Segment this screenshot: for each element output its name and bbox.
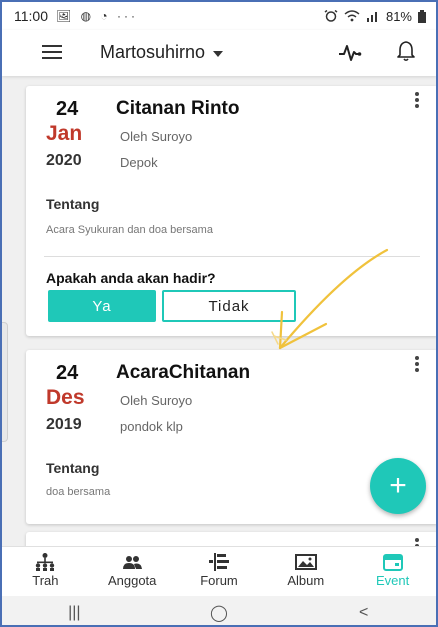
activity-pulse-icon[interactable] (338, 43, 362, 63)
caret-down-icon (213, 50, 224, 57)
app-bar: Martosuhirno (2, 30, 436, 76)
nav-item-album[interactable]: Album (262, 547, 349, 596)
side-drawer-handle[interactable] (2, 322, 8, 442)
event-location: Depok (120, 155, 158, 170)
wifi-icon (344, 10, 360, 22)
nav-label: Anggota (107, 573, 157, 588)
status-time: 11:00 (14, 8, 48, 24)
about-label: Tentang (46, 196, 100, 212)
recents-button[interactable]: ||| (44, 604, 104, 622)
phone-screen: 11:00 🖼 ◍ ◔ ··· 81% Martosuhirno 24 Cita… (0, 0, 438, 627)
bottom-navigation: Trah Anggota Forum Album Event (2, 546, 436, 596)
event-organizer: Oleh Suroyo (120, 129, 193, 144)
more-options-icon[interactable] (414, 356, 420, 374)
about-text: doa bersama (46, 486, 111, 498)
nav-label: Event (375, 573, 410, 588)
home-button[interactable]: ◯ (189, 603, 249, 623)
nav-label: Trah (32, 573, 59, 588)
nav-item-event[interactable]: Event (349, 547, 436, 596)
family-tree-icon (36, 553, 55, 571)
event-year: 2019 (46, 416, 82, 433)
nav-item-forum[interactable]: Forum (176, 547, 263, 596)
add-event-button[interactable]: + (370, 458, 426, 514)
nav-label: Album (287, 573, 325, 588)
people-icon (123, 556, 143, 569)
forum-icon (208, 553, 229, 571)
event-year: 2020 (46, 152, 82, 169)
event-organizer: Oleh Suroyo (120, 393, 193, 408)
more-options-icon[interactable] (414, 538, 420, 546)
album-icon (294, 554, 317, 570)
event-month: Jan (46, 122, 83, 145)
event-title: AcaraChitanan (116, 362, 251, 383)
notification-bell-icon[interactable] (396, 40, 416, 62)
attendance-question: Apakah anda akan hadir? (46, 270, 216, 286)
event-month: Des (46, 386, 85, 409)
event-day: 24 (56, 98, 79, 120)
more-options-icon[interactable] (414, 92, 420, 110)
event-list: 24 Citanan Rinto Jan Oleh Suroyo 2020 De… (2, 76, 436, 546)
calendar-icon (382, 554, 403, 571)
battery-icon (418, 9, 426, 23)
event-day: 24 (56, 362, 79, 384)
status-bar: 11:00 🖼 ◍ ◔ ··· 81% (2, 2, 436, 30)
status-right: 81% (324, 9, 426, 24)
back-button[interactable]: < (334, 604, 394, 622)
alarm-icon (324, 10, 338, 22)
nav-label: Forum (200, 573, 238, 588)
group-selector[interactable]: Martosuhirno (100, 42, 224, 63)
event-card[interactable] (26, 532, 436, 546)
attend-yes-button[interactable]: Ya (48, 290, 156, 322)
notification-icons: 🖼 ◍ ◔ ··· (56, 9, 138, 23)
about-text: Acara Syukuran dan doa bersama (46, 224, 213, 236)
about-label: Tentang (46, 460, 100, 476)
nav-item-anggota[interactable]: Anggota (89, 547, 176, 596)
event-location: pondok klp (120, 419, 183, 434)
hamburger-menu-icon[interactable] (42, 45, 62, 59)
annotation-arrow-icon (271, 248, 389, 350)
nav-item-trah[interactable]: Trah (2, 547, 89, 596)
signal-icon (366, 12, 377, 22)
system-navigation: ||| ◯ < (2, 596, 436, 625)
group-name: Martosuhirno (100, 42, 206, 62)
battery-percent: 81% (385, 8, 412, 24)
event-title: Citanan Rinto (116, 98, 240, 119)
